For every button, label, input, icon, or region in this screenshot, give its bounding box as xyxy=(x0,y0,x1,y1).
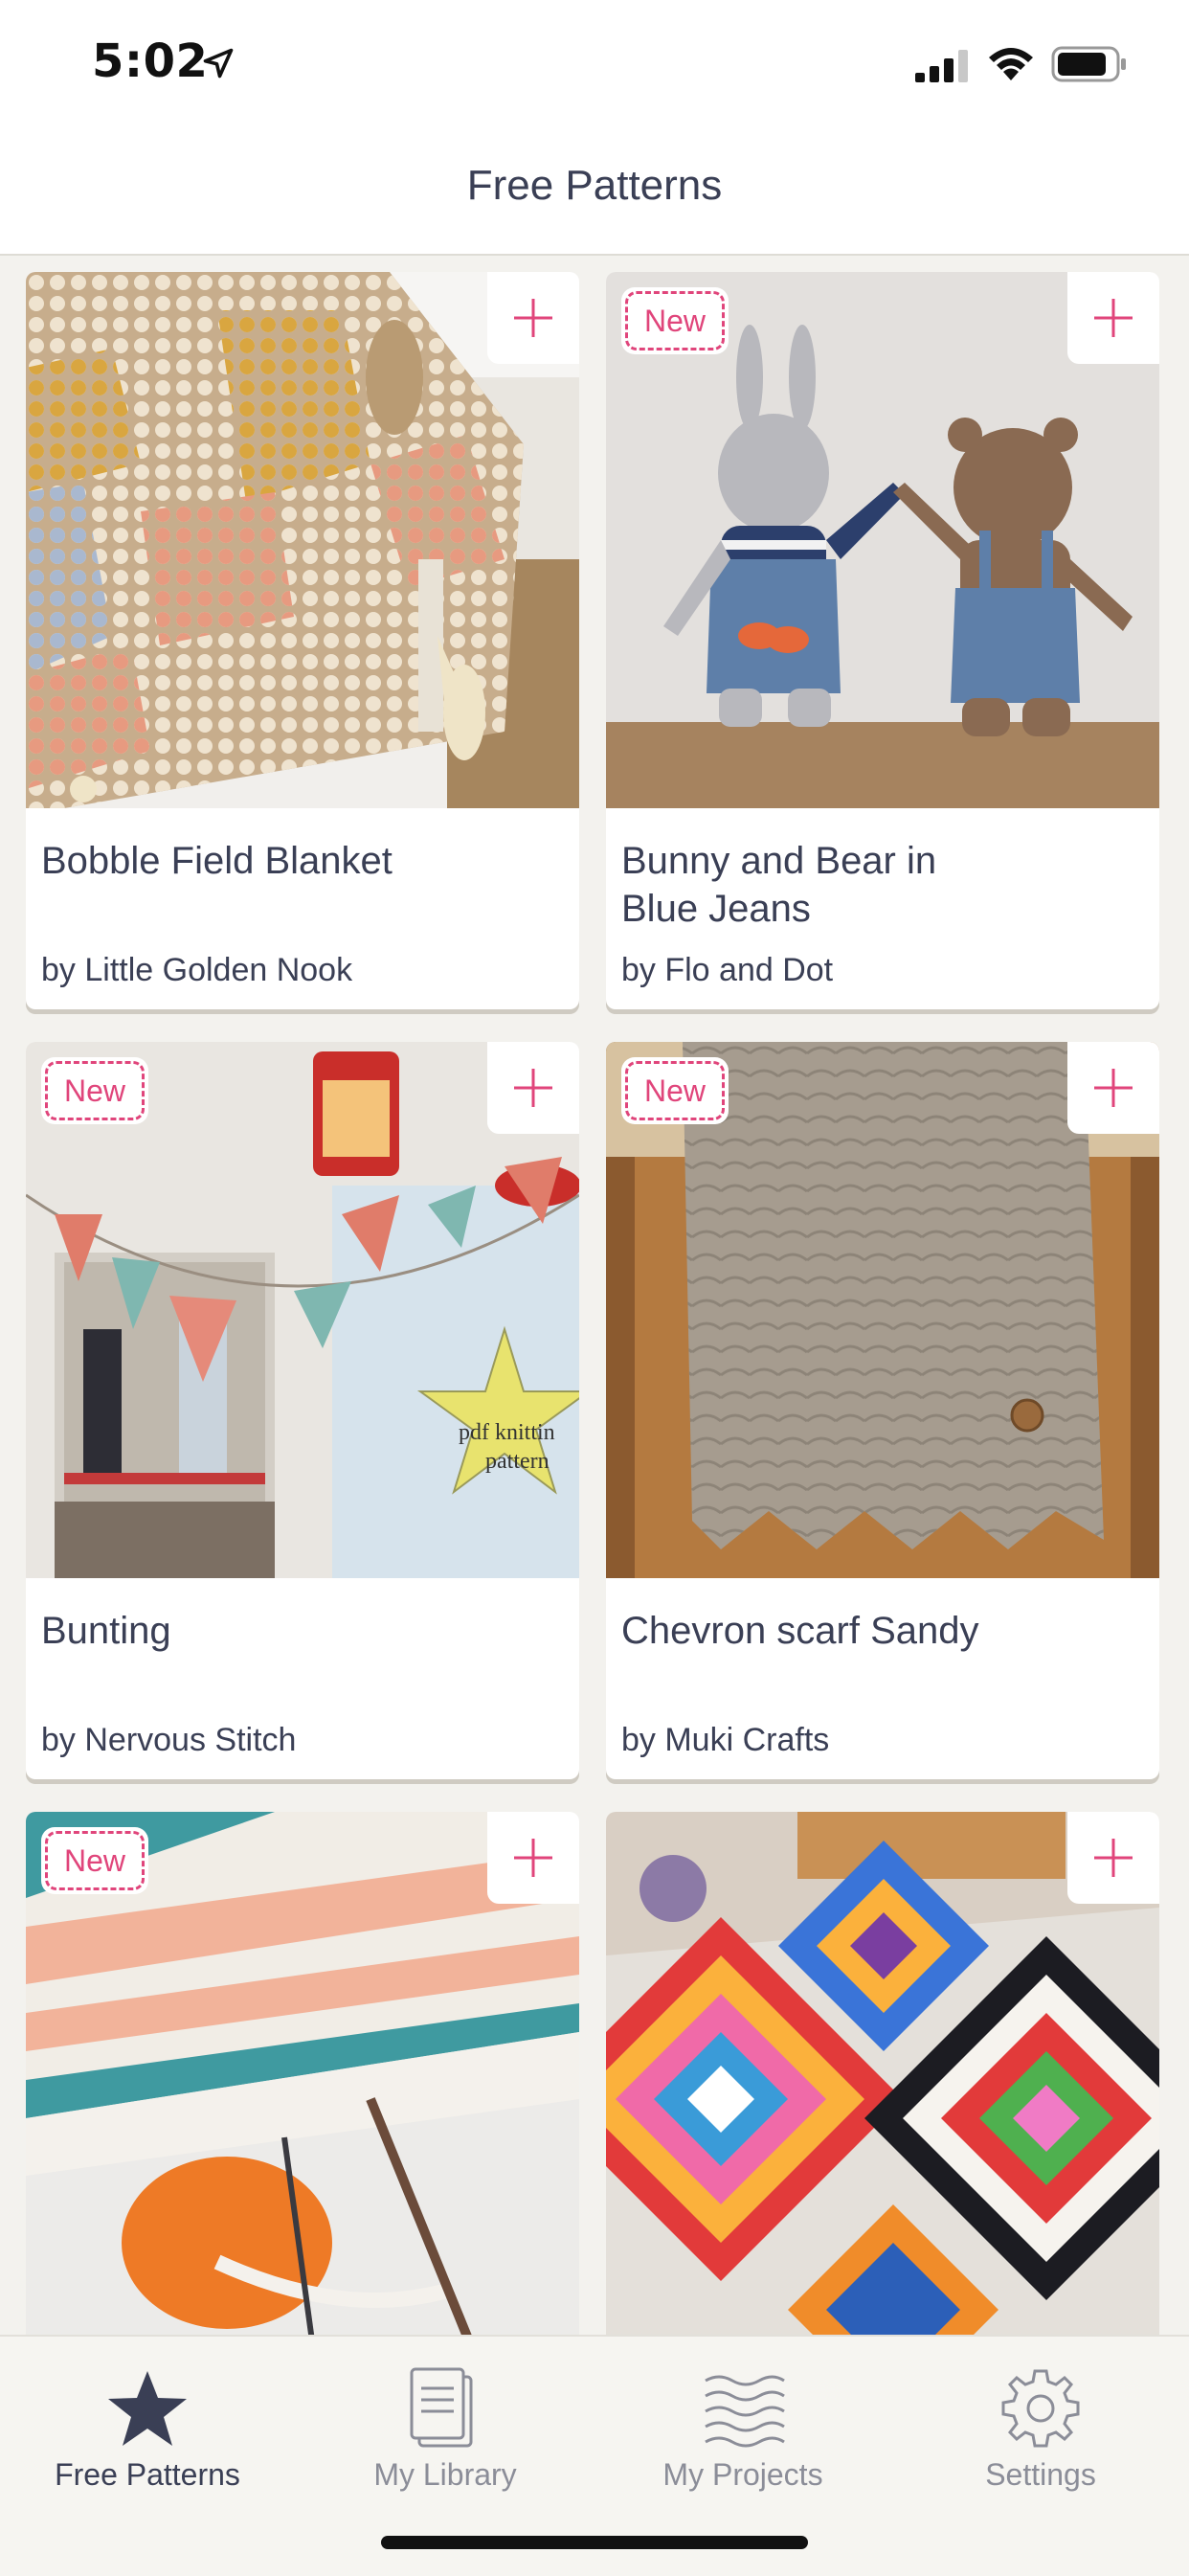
cellular-signal-icon xyxy=(915,50,968,82)
status-time: 5:02 xyxy=(92,34,209,88)
header: Free Patterns xyxy=(0,129,1189,256)
star-icon xyxy=(108,2371,187,2446)
add-to-library-button[interactable] xyxy=(1067,272,1159,364)
wifi-icon xyxy=(989,48,1033,80)
tab-my-projects[interactable]: My Projects xyxy=(618,2354,867,2497)
pattern-card[interactable]: New Bunny and Bear in Blue Jeans by Flo … xyxy=(606,272,1159,1009)
pattern-card[interactable]: pdf knittin pattern New Bunting by Nervo… xyxy=(26,1042,579,1779)
plus-icon xyxy=(514,299,552,337)
status-bar: 5:02 xyxy=(0,0,1189,129)
add-to-library-button[interactable] xyxy=(1067,1812,1159,1904)
pattern-card[interactable]: Bobble Field Blanket by Little Golden No… xyxy=(26,272,579,1009)
pattern-author: by Little Golden Nook xyxy=(41,952,353,988)
image-text: pdf knittin xyxy=(459,1420,555,1445)
new-badge-label: New xyxy=(625,291,725,350)
pattern-card[interactable] xyxy=(606,1812,1159,2335)
add-to-library-button[interactable] xyxy=(487,1812,579,1904)
plus-icon xyxy=(1094,299,1133,337)
tab-free-patterns[interactable]: Free Patterns xyxy=(23,2354,272,2497)
pattern-card[interactable]: New Chevron scarf Sandy by Muki Crafts xyxy=(606,1042,1159,1779)
add-to-library-button[interactable] xyxy=(1067,1042,1159,1134)
add-to-library-button[interactable] xyxy=(487,1042,579,1134)
pattern-title[interactable]: Chevron scarf Sandy xyxy=(621,1607,1138,1655)
new-badge-label: New xyxy=(45,1831,145,1890)
pattern-title[interactable]: Bunny and Bear in Blue Jeans xyxy=(621,837,1004,933)
pattern-author: by Nervous Stitch xyxy=(41,1722,297,1758)
tab-my-library[interactable]: My Library xyxy=(321,2354,570,2497)
pattern-author: by Flo and Dot xyxy=(621,952,834,988)
new-badge-label: New xyxy=(625,1061,725,1120)
tab-settings[interactable]: Settings xyxy=(916,2354,1165,2497)
plus-icon xyxy=(1094,1069,1133,1107)
pattern-author: by Muki Crafts xyxy=(621,1722,830,1758)
tab-label: Settings xyxy=(985,2457,1096,2492)
tab-label: My Projects xyxy=(662,2457,823,2492)
location-arrow-icon xyxy=(203,48,234,79)
pattern-card[interactable]: New xyxy=(26,1812,579,2335)
pattern-grid[interactable]: Bobble Field Blanket by Little Golden No… xyxy=(0,255,1189,2335)
new-badge: New xyxy=(621,1057,729,1124)
gear-icon xyxy=(1001,2369,1080,2448)
page-title: Free Patterns xyxy=(466,162,723,209)
pattern-title[interactable]: Bobble Field Blanket xyxy=(41,837,558,885)
add-to-library-button[interactable] xyxy=(487,272,579,364)
new-badge-label: New xyxy=(45,1061,145,1120)
home-indicator[interactable] xyxy=(381,2536,808,2549)
image-text: pattern xyxy=(485,1449,550,1474)
tab-label: Free Patterns xyxy=(55,2457,240,2492)
battery-icon xyxy=(1051,46,1126,82)
plus-icon xyxy=(514,1839,552,1877)
plus-icon xyxy=(1094,1839,1133,1877)
new-badge: New xyxy=(41,1057,148,1124)
tab-label: My Library xyxy=(373,2457,517,2492)
new-badge: New xyxy=(41,1827,148,1894)
pattern-title[interactable]: Bunting xyxy=(41,1607,558,1655)
projects-icon xyxy=(705,2375,785,2448)
plus-icon xyxy=(514,1069,552,1107)
new-badge: New xyxy=(621,287,729,354)
library-icon xyxy=(410,2367,473,2448)
